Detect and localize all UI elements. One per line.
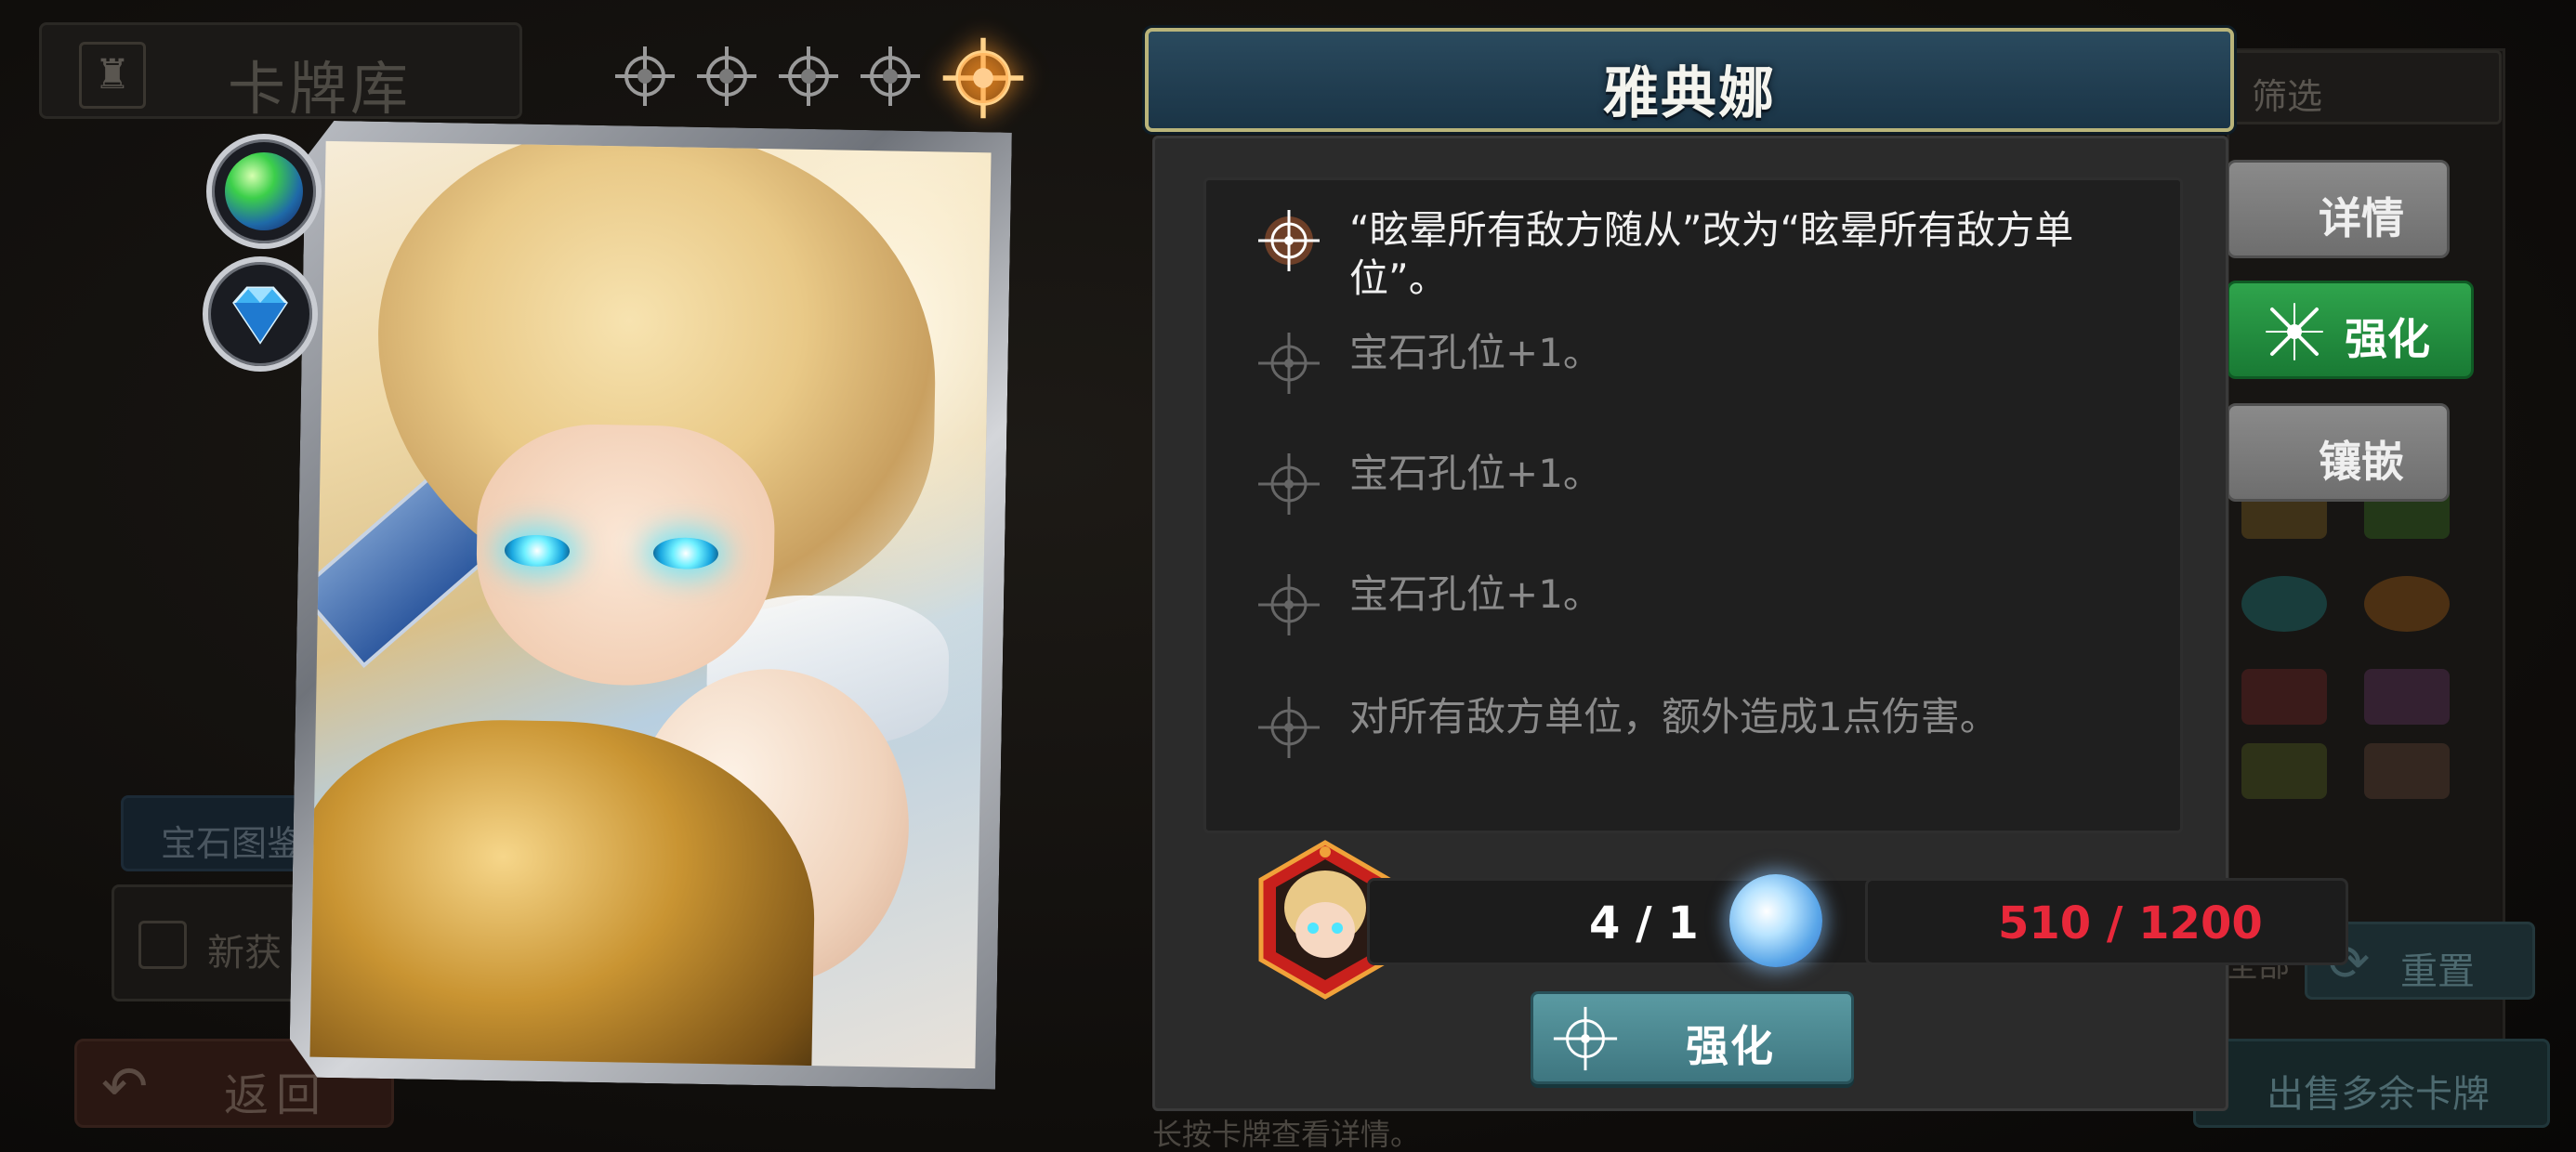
card-library-title-bar: ♜ 卡牌库 bbox=[39, 22, 522, 123]
upgrade-text: 宝石孔位+1。 bbox=[1349, 451, 1602, 496]
upgrade-text: 宝石孔位+1。 bbox=[1349, 330, 1602, 375]
new-get-label: 新获 bbox=[207, 932, 282, 975]
long-press-hint: 长按卡牌查看详情。 bbox=[1152, 1117, 1421, 1152]
enhance-star-icon bbox=[1553, 1006, 1618, 1071]
star-empty-icon bbox=[777, 45, 840, 108]
orb-icon bbox=[225, 152, 303, 230]
filter-gem-icon[interactable] bbox=[2364, 576, 2450, 632]
enhance-tab-button[interactable]: 强化 bbox=[2227, 281, 2474, 379]
sell-extra-cards-button[interactable]: 出售多余卡牌 bbox=[2193, 1039, 2550, 1128]
upgrade-active-icon bbox=[1258, 210, 1320, 271]
enhance-tab-label: 强化 bbox=[2345, 314, 2430, 364]
enhance-dialog: “眩晕所有敌方随从”改为“眩晕所有敌方单位”。宝石孔位+1。 宝石孔位+1。 宝石孔… bbox=[1152, 136, 2348, 1111]
checkbox-icon bbox=[138, 921, 187, 969]
sell-extra-label: 出售多余卡牌 bbox=[2267, 1073, 2490, 1116]
gem-dex-button[interactable]: 宝石图鉴 bbox=[121, 795, 316, 871]
card-count: 4 / 1 bbox=[1589, 897, 1699, 949]
library-emblem-icon: ♜ bbox=[79, 42, 146, 109]
upgrade-locked-icon bbox=[1258, 574, 1320, 635]
star-active-icon bbox=[940, 35, 1026, 121]
upgrade-text: 宝石孔位+1。 bbox=[1349, 571, 1602, 617]
filter-class-icon[interactable] bbox=[2241, 743, 2327, 799]
inlay-button[interactable]: 镶嵌 bbox=[2227, 403, 2450, 502]
dialog-header: 雅典娜 bbox=[1145, 28, 2234, 132]
game-screen: ♜ 卡牌库 宝石图鉴 新获 ↶ 返回 长按卡牌查看详情。 筛选 全部 ⟳ 重置 … bbox=[0, 0, 2576, 1152]
card-artwork bbox=[309, 141, 991, 1068]
enhance-confirm-label: 强化 bbox=[1686, 1021, 1775, 1071]
dust-count: 510 / 1200 bbox=[1998, 897, 2263, 949]
gem-dex-label: 宝石图鉴 bbox=[161, 823, 303, 864]
star-empty-icon bbox=[859, 45, 922, 108]
filter-class-icon[interactable] bbox=[2364, 743, 2450, 799]
dialog-title: 雅典娜 bbox=[1603, 61, 1776, 126]
crossed-swords-icon bbox=[2266, 303, 2323, 360]
dust-count-box: 510 / 1200 bbox=[1865, 878, 2348, 965]
upgrade-text: 对所有敌方单位，额外造成1点伤害。 bbox=[1349, 694, 1999, 740]
green-orb-gem-icon[interactable] bbox=[206, 134, 322, 249]
card-library-title: 卡牌库 bbox=[228, 55, 413, 123]
upgrade-locked-icon bbox=[1258, 453, 1320, 515]
upgrade-text: “眩晕所有敌方随从”改为“眩晕所有敌方单位”。 bbox=[1349, 207, 2074, 301]
filter-class-icon[interactable] bbox=[2241, 669, 2327, 725]
blue-diamond-gem-icon[interactable] bbox=[203, 256, 318, 372]
diamond-icon bbox=[232, 286, 288, 345]
star-empty-icon bbox=[695, 45, 758, 108]
detail-button[interactable]: 详情 bbox=[2227, 160, 2450, 258]
back-arrow-icon: ↶ bbox=[101, 1054, 149, 1119]
upgrade-list: “眩晕所有敌方随从”改为“眩晕所有敌方单位”。宝石孔位+1。 宝石孔位+1。 宝石孔… bbox=[1203, 177, 2183, 833]
upgrade-item: 对所有敌方单位，额外造成1点伤害。 bbox=[1253, 693, 2111, 764]
star-empty-icon bbox=[613, 45, 677, 108]
star-rating bbox=[613, 37, 1026, 137]
upgrade-item: 宝石孔位+1。 bbox=[1253, 329, 2111, 399]
filter-class-icon[interactable] bbox=[2364, 669, 2450, 725]
inlay-label: 镶嵌 bbox=[2319, 437, 2404, 487]
upgrade-item: “眩晕所有敌方随从”改为“眩晕所有敌方单位”。 bbox=[1253, 206, 2111, 303]
hero-card[interactable] bbox=[289, 120, 1012, 1089]
upgrade-item: 宝石孔位+1。 bbox=[1253, 450, 2111, 520]
crystal-dust-icon bbox=[1729, 874, 1822, 967]
enhance-confirm-button[interactable]: 强化 bbox=[1531, 991, 1854, 1084]
upgrade-item: 宝石孔位+1。 bbox=[1253, 570, 2111, 641]
filter-label: 筛选 bbox=[2252, 76, 2323, 117]
filter-gem-icon[interactable] bbox=[2241, 576, 2327, 632]
detail-label: 详情 bbox=[2319, 193, 2404, 243]
upgrade-locked-icon bbox=[1258, 697, 1320, 758]
reset-label: 重置 bbox=[2400, 950, 2475, 993]
upgrade-locked-icon bbox=[1258, 333, 1320, 394]
